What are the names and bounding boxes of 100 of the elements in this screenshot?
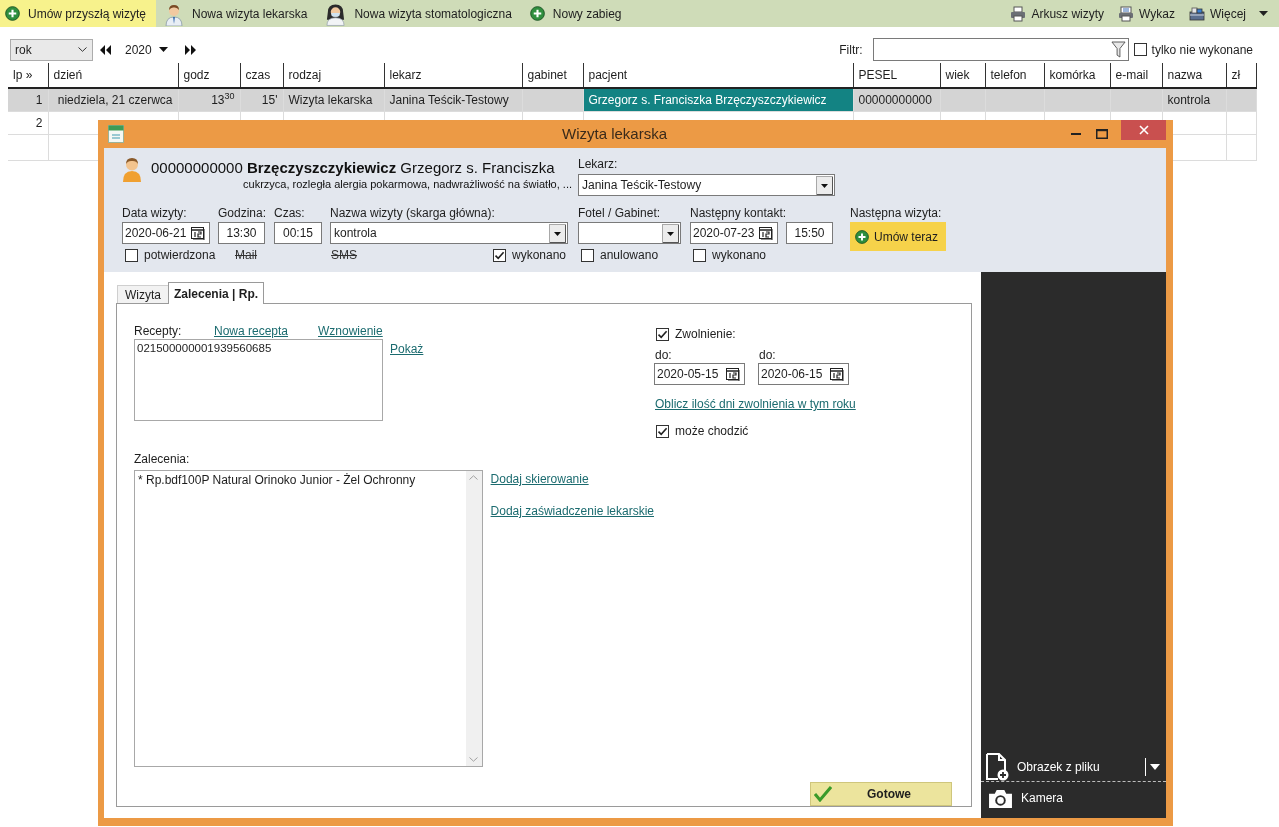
checkbox[interactable]	[656, 327, 669, 341]
plus-circle-icon	[529, 6, 545, 21]
column-header[interactable]: PESEL	[858, 68, 898, 82]
column-header[interactable]: komórka	[1049, 68, 1096, 82]
column-header[interactable]: pacjent	[588, 68, 628, 82]
side-action-button[interactable]: Obrazek z pliku	[1017, 757, 1145, 776]
calendar-icon[interactable]	[759, 226, 773, 240]
calendar-icon[interactable]	[191, 226, 205, 240]
checkbox-label: anulowano	[600, 248, 659, 262]
field-label: Data wizyty:	[122, 206, 188, 220]
field-label: Godzina:	[218, 206, 265, 220]
text-area[interactable]: * Rp.bdf100P Natural Orinoko Junior - Żel Ochronny	[134, 470, 483, 767]
previous-button[interactable]	[100, 44, 111, 55]
column-header[interactable]: dzień	[53, 68, 83, 82]
date-field[interactable]: 2020-06-21	[122, 222, 210, 244]
toolbar-button[interactable]: Nowa wizyta lekarska	[156, 0, 318, 27]
period-select[interactable]: rok	[10, 38, 93, 61]
column-header[interactable]: czas	[245, 68, 271, 82]
schedule-button[interactable]: Umów teraz	[850, 222, 946, 251]
table-cell: Grzegorz s. Franciszka Brzęczyszczykiewicz	[583, 88, 853, 111]
printer-icon	[1010, 5, 1027, 22]
maximize-icon	[1096, 129, 1108, 139]
field-label: Lekarz:	[578, 157, 619, 171]
column-header[interactable]: gabinet	[527, 68, 567, 82]
close-button[interactable]	[1121, 120, 1166, 140]
table-cell: 2	[8, 111, 48, 134]
checkbox[interactable]	[581, 248, 594, 262]
printer-icon	[1118, 5, 1135, 22]
dropdown-arrow-icon[interactable]	[662, 223, 679, 243]
side-action-button[interactable]: Kamera	[1021, 789, 1064, 807]
column-header[interactable]: lp »	[13, 68, 33, 82]
link[interactable]: Dodaj zaświadczenie lekarskie	[490, 503, 654, 519]
toolbar-button[interactable]: Nowa wizyta stomatologiczna	[317, 0, 522, 27]
list-item[interactable]: 021500000001939560685	[137, 341, 272, 356]
column-header[interactable]: godz	[183, 68, 210, 82]
toolbar-button[interactable]: Wykaz	[1118, 4, 1175, 23]
notification-label: Mail	[235, 248, 257, 262]
year-dropdown[interactable]: 2020	[125, 40, 168, 59]
column-header[interactable]: rodzaj	[288, 68, 322, 82]
checkbox[interactable]	[693, 248, 706, 262]
date-field[interactable]: 2020-07-23	[690, 222, 778, 244]
next-button[interactable]	[184, 44, 196, 55]
column-header[interactable]: lekarz	[389, 68, 422, 82]
doctor-select[interactable]: Janina Teścik-Testowy	[578, 174, 835, 196]
caret-down-icon	[1150, 763, 1160, 770]
checkbox-label: może chodzić	[675, 424, 749, 438]
date-field[interactable]: 2020-06-15	[758, 363, 849, 385]
toolbar-button[interactable]: Arkusz wizyty	[1010, 4, 1105, 23]
link[interactable]: Nowa recepta	[214, 324, 289, 338]
toolbar-button[interactable]: Nowy zabieg	[521, 0, 632, 27]
done-button[interactable]: Gotowe	[810, 782, 952, 806]
filter-icon[interactable]	[1110, 41, 1126, 58]
room-select[interactable]	[578, 222, 681, 244]
table-cell: kontrola	[1162, 88, 1226, 111]
dropdown-button[interactable]	[1145, 757, 1160, 776]
filter-label: Filtr:	[839, 41, 863, 59]
tab[interactable]: Wizyta	[117, 285, 168, 303]
field-label: do:	[655, 348, 672, 362]
prescription-list[interactable]: 021500000001939560685	[134, 339, 383, 421]
camera-icon	[988, 787, 1013, 809]
plus-circle-icon	[855, 229, 869, 244]
checkbox-label: tylko nie wykonane	[1151, 41, 1253, 59]
duration-field[interactable]: 00:15	[274, 222, 322, 244]
date-field[interactable]: 2020-05-15	[654, 363, 745, 385]
link[interactable]: Wznowienie	[318, 322, 383, 340]
filter-field[interactable]	[872, 38, 1129, 61]
column-header[interactable]: wiek	[945, 68, 970, 82]
checkbox[interactable]	[656, 424, 669, 438]
checkbox[interactable]	[125, 248, 138, 262]
field-label: Następna wizyta:	[850, 206, 943, 220]
dropdown-arrow-icon[interactable]	[549, 223, 566, 243]
time-field[interactable]: 15:50	[786, 222, 833, 244]
notification-label: SMS	[331, 248, 357, 262]
calendar-icon[interactable]	[726, 367, 740, 381]
toolbar-button[interactable]: Umów przyszłą wizytę	[0, 0, 157, 27]
column-header[interactable]: nazwa	[1167, 68, 1203, 82]
table-row[interactable]: 1 niedziela, 21 czerwca 13$^{30}$ 15' Wizyta lekarska Janina Teścik-Testowy Grzegorz s. Franciszka Brzęczyszczykiewicz 00000000000 kontrola	[8, 88, 1256, 111]
table-cell: 15'	[240, 88, 283, 111]
visit-name-combo[interactable]: kontrola	[330, 222, 568, 244]
double-arrow-left-icon	[100, 44, 111, 55]
maximize-button[interactable]	[1095, 127, 1109, 141]
dropdown-arrow-icon[interactable]	[816, 175, 833, 195]
column-header[interactable]: e-mail	[1115, 68, 1149, 82]
link[interactable]: Dodaj skierowanie	[490, 471, 589, 487]
link[interactable]: Oblicz ilość dni zwolnienia w tym roku	[655, 396, 856, 412]
column-header[interactable]: telefon	[990, 68, 1027, 82]
tab[interactable]: Zalecenia | Rp.	[168, 282, 265, 304]
checkmark-icon	[814, 786, 832, 802]
checkbox[interactable]	[1133, 43, 1147, 56]
table-cell: 13$^{30}$	[178, 88, 240, 111]
calendar-icon[interactable]	[830, 367, 844, 381]
toolbar-button[interactable]: Więcej	[1189, 4, 1268, 23]
person-icon	[122, 156, 142, 182]
column-header[interactable]: zł	[1231, 68, 1241, 82]
time-field[interactable]: 13:30	[218, 222, 265, 244]
field-label: Fotel / Gabinet:	[578, 206, 662, 220]
field-label: Następny kontakt:	[690, 206, 788, 220]
checkbox[interactable]	[493, 248, 506, 262]
link[interactable]: Pokaż	[390, 340, 424, 358]
caret-down-icon	[158, 47, 168, 52]
